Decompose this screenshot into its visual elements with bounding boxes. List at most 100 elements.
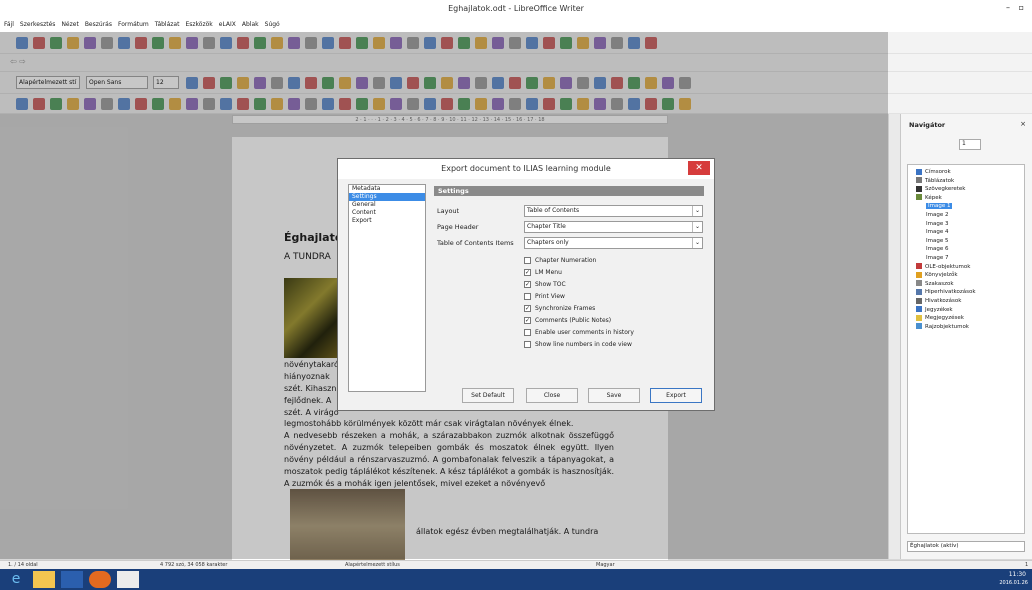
navigator-item[interactable]: Jegyzékek [916,306,953,314]
menu-bar: Fájl Szerkesztés Nézet Beszúrás Formátum Tábl… [0,18,1032,32]
category-item[interactable]: General [349,201,425,209]
navigator-item[interactable]: Szövegkeretek [916,185,966,193]
navigator-item[interactable]: Image 3 [926,220,948,228]
navigator-item[interactable]: Könyvjelzők [916,271,958,279]
export-button[interactable]: Export [650,388,702,403]
navigator-item[interactable]: Címsorok [916,168,951,176]
navigator-item-label: Hiperhivatkozások [925,289,976,296]
field-label: Page Header [437,223,479,231]
close-icon[interactable]: × [1020,120,1026,128]
navigator-item[interactable]: Image 7 [926,254,948,262]
navigator-item[interactable]: Image 1 [926,202,953,210]
category-item[interactable]: Metadata [349,185,425,193]
vertical-scrollbar[interactable] [888,114,900,559]
minimize-icon[interactable]: – [1006,3,1010,12]
export-dialog: Export document to ILIAS learning module… [337,158,715,411]
checkbox[interactable] [524,257,531,264]
navigator-item[interactable]: OLE-objektumok [916,263,970,271]
close-button[interactable]: Close [526,388,578,403]
checkbox-option[interactable]: Enable user comments in history [524,329,634,337]
checkbox-option[interactable]: Show line numbers in code view [524,341,632,349]
category-list[interactable]: Metadata Settings General Content Export [348,184,426,392]
navigator-item[interactable]: Hivatkozások [916,297,961,305]
checkbox-label: Show line numbers in code view [535,341,632,348]
checkbox-label: Synchronize Frames [535,305,596,312]
navigator-item-label: Rajzobjektumok [925,323,969,330]
select-value: Chapters only [527,239,569,246]
navigator-item-label: Táblázatok [925,177,955,184]
zoom-level: 1 [1025,562,1029,568]
navigator-item-label: Image 7 [926,255,949,261]
menu-item[interactable]: eLAIX [219,18,236,32]
category-item[interactable]: Export [349,217,425,225]
navigator-item[interactable]: Image 2 [926,211,948,219]
ie-icon[interactable]: e [5,571,27,588]
category-icon [916,306,922,313]
save-button[interactable]: Save [588,388,640,403]
menu-item[interactable]: Nézet [61,18,78,32]
navigator-item[interactable]: Táblázatok [916,177,954,185]
page-count: 1. / 14 oldal [8,562,38,568]
category-item[interactable]: Settings [349,193,425,201]
category-icon [916,263,922,270]
menu-item[interactable]: Beszúrás [85,18,112,32]
field-select[interactable]: Chapters only ⌄ [524,237,703,249]
checkbox-option[interactable]: ✓ LM Menu [524,269,562,277]
category-icon [916,280,922,287]
firefox-icon[interactable] [89,571,111,588]
navigator-item[interactable]: Hiperhivatkozások [916,288,976,296]
checkbox-label: LM Menu [535,269,562,276]
menu-item[interactable]: Súgó [265,18,280,32]
navigator-item-label: Image 5 [926,237,949,244]
select-value: Table of Contents [527,207,580,214]
page-style: Alapértelmezett stílus [345,562,400,568]
navigator-item[interactable]: Képek [916,194,942,202]
clock-date: 2016.01.26 [999,580,1028,586]
navigator-item-label: Képek [925,194,942,201]
chevron-down-icon: ⌄ [692,222,702,232]
checkbox-option[interactable]: ✓ Synchronize Frames [524,305,595,313]
checkbox[interactable]: ✓ [524,281,531,288]
navigator-tree[interactable]: Címsorok Táblázatok Szövegkeretek Képek Imag… [907,164,1025,534]
menu-item[interactable]: Táblázat [155,18,180,32]
menu-item[interactable]: Eszközök [185,18,212,32]
navigator-item[interactable]: Image 6 [926,245,948,253]
navigator-item[interactable]: Image 5 [926,237,948,245]
checkbox[interactable]: ✓ [524,305,531,312]
explorer-icon[interactable] [33,571,55,588]
field-label: Layout [437,207,460,215]
navigator-item-label: Címsorok [925,169,951,175]
menu-item[interactable]: Szerkesztés [20,18,56,32]
close-icon[interactable]: ✕ [688,161,710,175]
menu-item[interactable]: Fájl [4,18,14,32]
navigator-item[interactable]: Rajzobjektumok [916,323,969,331]
writer-icon[interactable] [117,571,139,588]
navigator-item[interactable]: Megjegyzések [916,314,964,322]
language: Magyar [596,562,615,568]
checkbox[interactable]: ✓ [524,317,531,324]
category-icon [916,168,922,175]
checkbox[interactable] [524,341,531,348]
menu-item[interactable]: Ablak [242,18,259,32]
navigator-item[interactable]: Szakaszok [916,280,954,288]
field-select[interactable]: Chapter Title ⌄ [524,221,703,233]
menu-item[interactable]: Formátum [118,18,149,32]
field-select[interactable]: Table of Contents ⌄ [524,205,703,217]
checkbox[interactable] [524,293,531,300]
checkbox-option[interactable]: Chapter Numeration [524,257,596,265]
checkbox[interactable] [524,329,531,336]
document-select[interactable]: Éghajlatok (aktív) [907,541,1025,552]
checkbox-option[interactable]: ✓ Comments (Public Notes) [524,317,611,325]
navigator-item[interactable]: Image 4 [926,228,948,236]
checkbox-option[interactable]: ✓ Show TOC [524,281,566,289]
page-spinner[interactable]: 1 [959,139,981,150]
chevron-down-icon: ⌄ [692,206,702,216]
restore-icon[interactable]: ▫ [1019,3,1024,12]
word-icon[interactable] [61,571,83,588]
checkbox-option[interactable]: Print View [524,293,565,301]
category-icon [916,185,922,192]
set-default-button[interactable]: Set Default [462,388,514,403]
category-icon [916,297,922,304]
category-item[interactable]: Content [349,209,425,217]
checkbox[interactable]: ✓ [524,269,531,276]
